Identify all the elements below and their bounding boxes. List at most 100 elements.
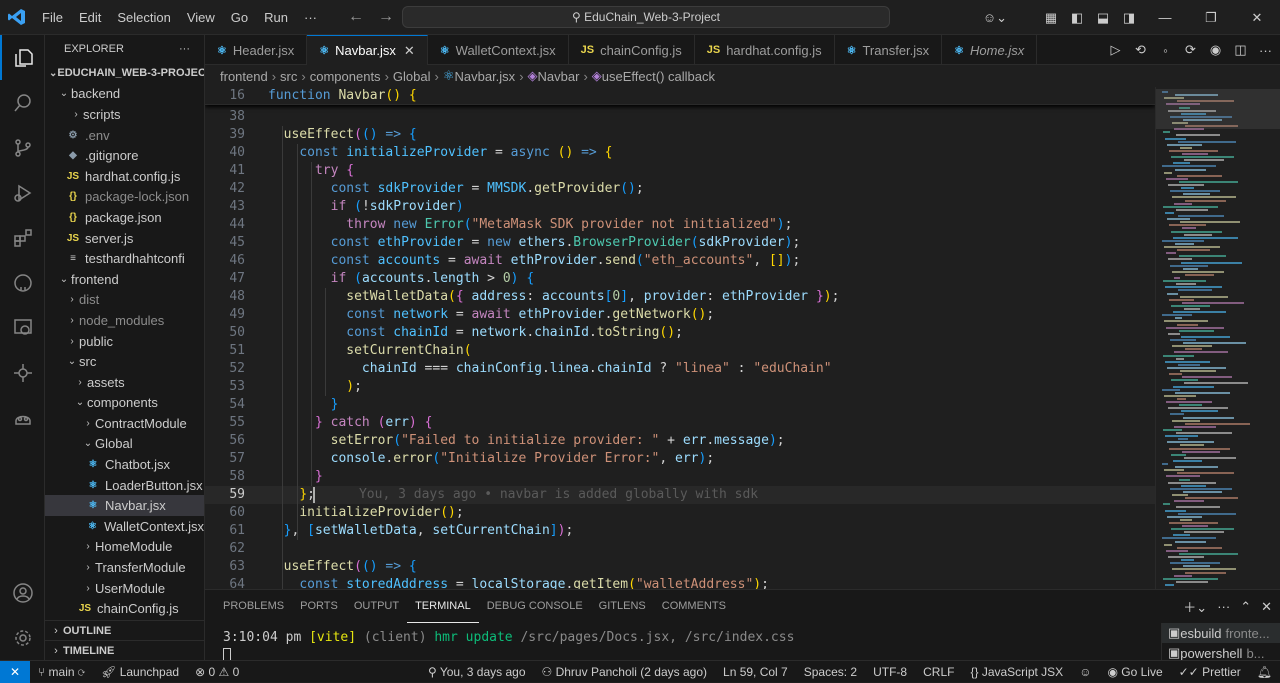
minimap[interactable] xyxy=(1155,87,1280,589)
outline-section[interactable]: › OUTLINE xyxy=(45,620,204,640)
toggle-secondary-sidebar-icon[interactable]: ◨ xyxy=(1116,10,1142,26)
manage-gear-icon[interactable] xyxy=(0,615,45,660)
panel-tab[interactable]: OUTPUT xyxy=(346,590,407,623)
breadcrumb-item[interactable]: Global xyxy=(393,69,431,84)
editor-tab[interactable]: ⚛ Transfer.jsx xyxy=(835,35,943,65)
close-panel-icon[interactable]: ✕ xyxy=(1261,599,1272,615)
problems-item[interactable]: ⊗ 0 ⚠ 0 xyxy=(187,665,247,679)
tree-item[interactable]: ⚙ .env xyxy=(45,125,204,146)
run-icon[interactable]: ▷ xyxy=(1105,42,1126,58)
new-terminal-icon[interactable]: ＋⌄ xyxy=(1183,597,1207,616)
launchpad-item[interactable]: 🚀︎ Launchpad xyxy=(93,665,187,679)
tree-item[interactable]: JS hardhat.config.js xyxy=(45,166,204,187)
terminal-output[interactable]: 3:10:04 pm [vite] (client) hmr update /s… xyxy=(223,630,794,645)
copilot-icon[interactable]: ☺⌄ xyxy=(982,10,1008,26)
author-item[interactable]: ⚇ Dhruv Pancholi (2 days ago) xyxy=(534,665,716,679)
breadcrumb-item[interactable]: frontend xyxy=(220,69,268,84)
github-icon[interactable] xyxy=(0,260,45,305)
tree-item[interactable]: ◆ .gitignore xyxy=(45,145,204,166)
more-actions-icon[interactable]: ··· xyxy=(1217,599,1230,614)
encoding[interactable]: UTF-8 xyxy=(865,665,915,679)
more-actions-icon[interactable]: ··· xyxy=(1255,43,1276,58)
tree-item[interactable]: › ContractModule xyxy=(45,413,204,434)
tree-item[interactable]: ⌄ backend xyxy=(45,84,204,105)
tree-item[interactable]: ⌄ frontend xyxy=(45,269,204,290)
tree-item[interactable]: › dist xyxy=(45,290,204,311)
line-ending[interactable]: CRLF xyxy=(915,665,962,679)
notifications-icon[interactable]: 🔔︎ xyxy=(1249,665,1280,679)
menu-item[interactable]: Edit xyxy=(71,0,109,35)
compare-icon[interactable]: ⟳ xyxy=(1180,42,1201,58)
toggle-panel-icon[interactable]: ⬓ xyxy=(1090,10,1116,26)
copilot-chat-icon[interactable] xyxy=(0,395,45,440)
tree-item[interactable]: › public xyxy=(45,331,204,352)
editor-tab[interactable]: ⚛ Home.jsx xyxy=(942,35,1038,65)
code-editor[interactable]: 16 function Navbar() {38 39 useEffect(() =… xyxy=(205,87,1155,589)
breadcrumb-item[interactable]: components xyxy=(310,69,381,84)
run-debug-icon[interactable] xyxy=(0,170,45,215)
breadcrumb-item[interactable]: Navbar.jsx xyxy=(454,69,515,84)
tree-item[interactable]: › assets xyxy=(45,372,204,393)
tree-item[interactable]: ⚛ LoaderButton.jsx xyxy=(45,475,204,496)
golive-item[interactable]: ◉ Go Live xyxy=(1099,665,1170,679)
close-icon[interactable]: ✕ xyxy=(404,43,415,59)
copilot-status-icon[interactable]: ☺ xyxy=(1071,665,1099,679)
close-window-icon[interactable]: ✕ xyxy=(1234,10,1280,26)
panel-tab[interactable]: COMMENTS xyxy=(654,590,734,623)
menu-item[interactable]: ··· xyxy=(296,0,325,35)
cursor-position[interactable]: Ln 59, Col 7 xyxy=(715,665,796,679)
tree-item[interactable]: JS server.js xyxy=(45,228,204,249)
toggle-sidebar-icon[interactable]: ◧ xyxy=(1064,10,1090,26)
tree-item[interactable]: {} package-lock.json xyxy=(45,187,204,208)
open-changes-icon[interactable]: ⟲ xyxy=(1130,42,1151,58)
menu-item[interactable]: Selection xyxy=(109,0,178,35)
forward-arrow-icon[interactable]: → xyxy=(378,8,394,26)
panel-tab[interactable]: PROBLEMS xyxy=(215,590,292,623)
tree-item[interactable]: › HomeModule xyxy=(45,537,204,558)
source-control-icon[interactable] xyxy=(0,125,45,170)
restore-icon[interactable]: ❐ xyxy=(1188,10,1234,26)
extensions-icon[interactable] xyxy=(0,215,45,260)
panel-tab[interactable]: DEBUG CONSOLE xyxy=(479,590,591,623)
tree-item[interactable]: JS chainConfig.js xyxy=(45,598,204,619)
gitlens-icon[interactable] xyxy=(0,350,45,395)
tree-item[interactable]: ⌄ Global xyxy=(45,434,204,455)
explorer-more-icon[interactable]: ··· xyxy=(179,43,190,55)
commit-icon[interactable]: ◦ xyxy=(1155,43,1176,58)
editor-tab[interactable]: ⚛ Navbar.jsx ✕ xyxy=(307,35,428,65)
chevron-up-icon[interactable]: ⌃ xyxy=(1240,599,1251,615)
menu-item[interactable]: Go xyxy=(223,0,256,35)
menu-item[interactable]: Run xyxy=(256,0,296,35)
prettier-item[interactable]: ✓✓ Prettier xyxy=(1171,665,1249,679)
breadcrumb-item[interactable]: useEffect() callback xyxy=(602,69,715,84)
editor-tab[interactable]: ⚛ WalletContext.jsx xyxy=(428,35,569,65)
tree-item[interactable]: › scripts xyxy=(45,104,204,125)
tree-item[interactable]: ⌄ EDUCHAIN_WEB-3-PROJECT xyxy=(45,63,204,84)
gitlens-inspect-icon[interactable]: ◉ xyxy=(1205,42,1226,58)
accounts-icon[interactable] xyxy=(0,570,45,615)
explorer-icon[interactable] xyxy=(0,35,45,80)
tree-item[interactable]: ⚛ Chatbot.jsx xyxy=(45,454,204,475)
terminal-instance[interactable]: ▣ esbuild fronte... xyxy=(1162,623,1280,643)
editor-tab[interactable]: JS chainConfig.js xyxy=(569,35,695,65)
breadcrumb-item[interactable]: Navbar xyxy=(538,69,580,84)
menu-item[interactable]: File xyxy=(34,0,71,35)
tree-item[interactable]: ⚛ Navbar.jsx xyxy=(45,495,204,517)
language-mode[interactable]: {} JavaScript JSX xyxy=(962,665,1071,679)
breadcrumb-item[interactable]: src xyxy=(280,69,297,84)
customize-layout-icon[interactable]: ▦ xyxy=(1038,10,1064,26)
timeline-section[interactable]: › TIMELINE xyxy=(45,640,204,660)
menu-item[interactable]: View xyxy=(179,0,223,35)
minimap-slider[interactable] xyxy=(1156,89,1280,129)
tree-item[interactable]: › TransferModule xyxy=(45,557,204,578)
tree-item[interactable]: › UserModule xyxy=(45,578,204,599)
editor-tab[interactable]: ⚛ Header.jsx xyxy=(205,35,308,65)
panel-tab[interactable]: PORTS xyxy=(292,590,346,623)
editor-tab[interactable]: JS hardhat.config.js xyxy=(695,35,835,65)
command-center-search[interactable]: ⚲ EduChain_Web-3-Project xyxy=(402,6,890,28)
tree-item[interactable]: ≡ testhardhahtconfi xyxy=(45,248,204,269)
remote-indicator[interactable]: ✕ xyxy=(0,660,30,683)
split-editor-icon[interactable]: ◫ xyxy=(1230,42,1251,58)
tree-item[interactable]: {} package.json xyxy=(45,207,204,228)
tree-item[interactable]: ⌄ components xyxy=(45,393,204,414)
